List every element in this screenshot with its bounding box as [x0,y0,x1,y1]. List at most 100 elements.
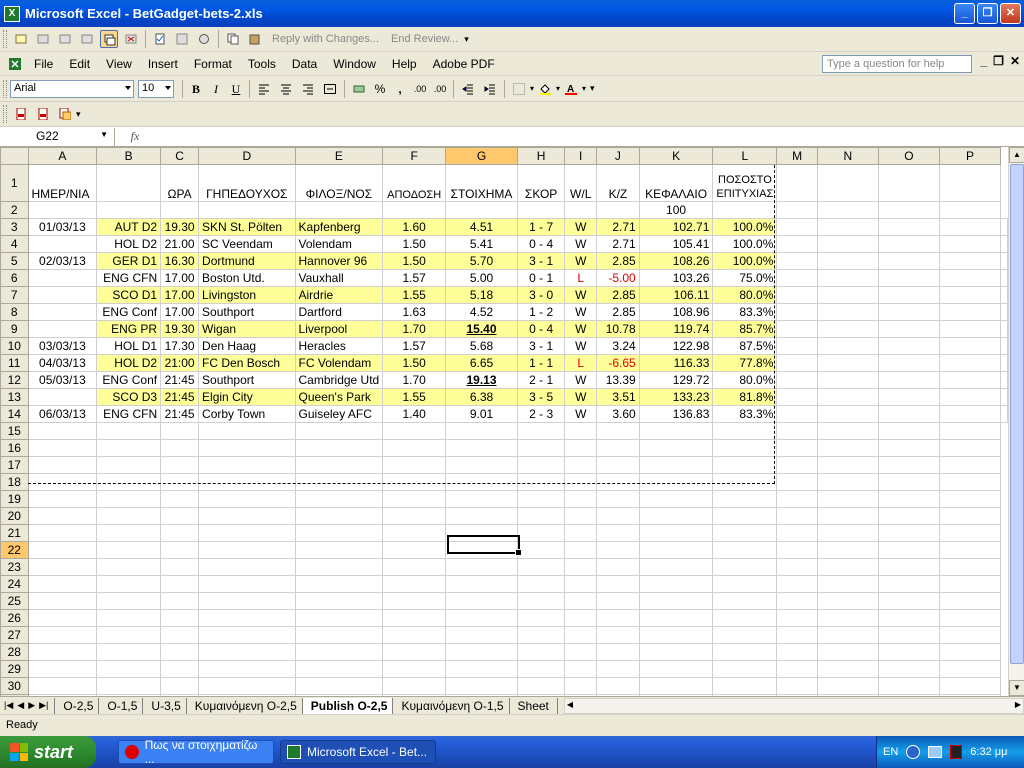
cell[interactable] [776,252,818,270]
cell-date[interactable] [27,286,98,304]
cell-success-pct[interactable]: 77.8% [712,354,778,372]
row-header[interactable]: 21 [0,524,29,542]
cell[interactable] [27,541,98,559]
row-header[interactable]: 4 [0,235,29,253]
cell[interactable] [816,490,879,508]
cell-success-pct[interactable]: 100.0% [712,235,778,253]
font-color-icon[interactable]: A [562,80,580,98]
cell-capital[interactable]: 129.72 [638,371,714,389]
column-header[interactable]: N [816,147,879,165]
cell[interactable] [938,541,1002,559]
cell[interactable] [198,473,296,491]
cell[interactable] [816,558,879,576]
paste-icon[interactable] [246,30,264,48]
decrease-decimal-button[interactable]: .00 [430,79,450,99]
toolbar-options-chevron-icon[interactable]: ▾ [590,83,595,94]
cell-league[interactable]: SCO D1 [96,286,162,304]
cell-league[interactable]: ENG Conf [96,303,162,321]
cell-home-team[interactable]: FC Den Bosch [198,354,296,372]
increase-indent-icon[interactable] [481,80,499,98]
cell[interactable] [516,541,566,559]
cell[interactable] [712,439,778,457]
cell[interactable] [776,354,818,372]
cell-win-loss[interactable]: W [564,320,598,338]
cell-stake[interactable]: 5.68 [445,337,518,355]
cell-win-loss[interactable]: W [564,405,598,423]
cell[interactable] [638,643,714,661]
cell[interactable] [564,541,598,559]
column-header[interactable]: L [712,147,778,165]
cell[interactable] [712,524,778,542]
cell-profit-loss[interactable]: 13.39 [596,371,640,389]
cell-league[interactable]: HOL D1 [96,337,162,355]
cell[interactable] [1000,354,1008,372]
taskbar-item-opera[interactable]: Πως να στοιχηματίζω ... [118,738,274,766]
cell-win-loss[interactable]: W [564,218,598,236]
row-header[interactable]: 28 [0,643,29,661]
workbook-minimize-icon[interactable]: _ [980,54,987,68]
row-header[interactable]: 23 [0,558,29,576]
cell-away-team[interactable]: Kapfenberg [294,218,384,236]
cell[interactable] [938,626,1002,644]
cell[interactable] [445,609,518,627]
network-icon[interactable] [928,746,943,758]
cell[interactable] [516,677,566,695]
column-header[interactable]: I [564,147,598,165]
cell[interactable] [638,524,714,542]
cell-away-team[interactable]: Hannover 96 [294,252,384,270]
row-header[interactable]: 14 [0,405,29,423]
cell-header-wl[interactable]: W/L [564,164,598,202]
cell[interactable] [776,507,818,525]
cell-date[interactable] [27,303,98,321]
cell[interactable] [877,643,940,661]
taskbar-item-excel[interactable]: Microsoft Excel - Bet... [280,740,436,764]
cell[interactable] [776,269,818,287]
menu-help[interactable]: Help [384,57,425,71]
cell[interactable] [938,405,1002,423]
cell-capital[interactable]: 136.83 [638,405,714,423]
cell[interactable] [198,507,296,525]
cell[interactable] [877,677,940,695]
row-header[interactable]: 18 [0,473,29,491]
cell[interactable] [816,388,879,406]
cell[interactable] [877,235,940,253]
cell[interactable] [596,677,640,695]
cell-success-pct[interactable]: 80.0% [712,286,778,304]
cell[interactable] [776,626,818,644]
cell-away-team[interactable]: Dartford [294,303,384,321]
cell-score[interactable]: 0 - 1 [516,269,566,287]
cell[interactable] [294,592,384,610]
cell[interactable] [776,609,818,627]
cell[interactable] [816,439,879,457]
cell[interactable] [382,439,447,457]
cell[interactable] [638,439,714,457]
align-left-icon[interactable] [255,80,273,98]
cell[interactable] [816,507,879,525]
cell[interactable] [877,354,940,372]
end-review-button[interactable]: End Review... [391,33,458,45]
cell-date[interactable]: 06/03/13 [27,405,98,423]
cell[interactable] [776,303,818,321]
cell[interactable] [294,626,384,644]
menu-data[interactable]: Data [284,57,325,71]
column-header[interactable]: P [938,147,1002,165]
cell[interactable] [877,218,940,236]
cell[interactable] [516,660,566,678]
cell[interactable] [96,609,162,627]
cell[interactable] [816,269,879,287]
cell[interactable] [96,439,162,457]
cell[interactable] [776,388,818,406]
menu-format[interactable]: Format [186,57,240,71]
menu-adobe-pdf[interactable]: Adobe PDF [425,57,503,71]
cell[interactable] [294,507,384,525]
cell[interactable] [596,660,640,678]
cell-time[interactable]: 17.00 [160,303,200,321]
cell[interactable] [938,575,1002,593]
cell[interactable] [938,507,1002,525]
cell[interactable] [96,677,162,695]
cell[interactable] [160,643,200,661]
pdf-review-icon[interactable] [56,105,74,123]
cell-stake[interactable]: 4.51 [445,218,518,236]
row-header[interactable]: 9 [0,320,29,338]
cell[interactable] [516,439,566,457]
